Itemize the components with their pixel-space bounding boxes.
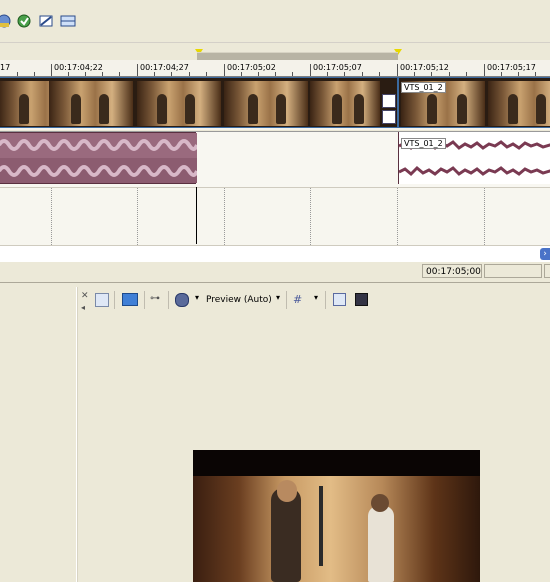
loop-region-bar[interactable] bbox=[197, 52, 398, 60]
video-clip-right[interactable]: VTS_01_2 bbox=[398, 77, 550, 128]
timeline-toolbar bbox=[0, 0, 550, 43]
audio-track[interactable]: VTS_01_2 bbox=[0, 131, 550, 187]
refresh-green-icon[interactable] bbox=[16, 13, 32, 29]
timecode-ruler[interactable]: 17 00:17:04;22 00:17:04;27 00:17:05;02 0… bbox=[0, 60, 550, 77]
empty-track[interactable] bbox=[0, 187, 550, 245]
collapse-arrow-icon[interactable]: ◂ bbox=[81, 303, 85, 317]
cursor-timecode-field[interactable]: 00:17:05;00 bbox=[422, 264, 482, 278]
ruler-label: 17 bbox=[0, 63, 11, 72]
ruler-tick bbox=[310, 64, 311, 76]
overlays-dropdown-icon[interactable]: ▾ bbox=[314, 293, 318, 307]
video-clip-left[interactable] bbox=[0, 77, 398, 128]
ruler-tick bbox=[137, 64, 138, 76]
copy-snapshot-icon[interactable] bbox=[333, 293, 346, 306]
ruler-tick bbox=[224, 64, 225, 76]
selection-length-field[interactable] bbox=[484, 264, 542, 278]
layer-add-icon[interactable] bbox=[0, 13, 12, 29]
ruler-tick bbox=[397, 64, 398, 76]
ruler-label: 00:17:04;22 bbox=[54, 63, 103, 72]
ruler-tick bbox=[51, 64, 52, 76]
audio-clip-label: VTS_01_2 bbox=[401, 138, 446, 149]
scroll-right-button[interactable]: › bbox=[540, 248, 550, 260]
ruler-label: 00:17:05;07 bbox=[313, 63, 362, 72]
timeline-scrollbar[interactable]: › bbox=[0, 245, 550, 263]
crop-icon[interactable] bbox=[382, 94, 396, 108]
overlays-grid-icon[interactable]: # bbox=[293, 293, 302, 307]
event-fx-icon[interactable] bbox=[382, 110, 396, 124]
split-dropdown-icon[interactable]: ▾ bbox=[195, 293, 199, 307]
timeline-status-bar: 00:17:05;00 bbox=[0, 262, 550, 283]
ruler-label: 00:17:05;12 bbox=[400, 63, 449, 72]
split-screen-icon[interactable] bbox=[175, 293, 189, 307]
ruler-label: 00:17:05;02 bbox=[227, 63, 276, 72]
video-fx-icon[interactable]: ⊶ bbox=[150, 293, 160, 307]
video-clip-label: VTS_01_2 bbox=[401, 82, 446, 93]
video-preview-pane: ✕ ◂ ⊶ ▾ Preview (Auto) ▾ # ▾ bbox=[78, 287, 550, 582]
save-snapshot-icon[interactable] bbox=[355, 293, 368, 306]
audio-clip-left[interactable] bbox=[0, 132, 197, 184]
ruler-label: 00:17:04;27 bbox=[140, 63, 189, 72]
audio-clip-right[interactable]: VTS_01_2 bbox=[398, 132, 550, 184]
preview-quality-arrow-icon[interactable]: ▾ bbox=[276, 293, 280, 307]
external-monitor-icon[interactable] bbox=[122, 293, 138, 306]
ruler-tick bbox=[484, 64, 485, 76]
ruler-label: 00:17:05;17 bbox=[487, 63, 536, 72]
left-docked-pane bbox=[0, 287, 75, 582]
preview-toolbar: ✕ ◂ ⊶ ▾ Preview (Auto) ▾ # ▾ bbox=[78, 287, 550, 313]
video-track[interactable]: VTS_01_2 bbox=[0, 77, 550, 130]
preview-quality-dropdown[interactable]: Preview (Auto) bbox=[206, 295, 272, 309]
snap-icon[interactable] bbox=[38, 13, 54, 29]
preview-video-frame bbox=[193, 450, 480, 582]
grid-layout-icon[interactable] bbox=[60, 13, 76, 29]
status-extra-field[interactable] bbox=[544, 264, 550, 278]
project-properties-icon[interactable] bbox=[95, 293, 109, 307]
playhead-cursor[interactable] bbox=[196, 187, 197, 244]
